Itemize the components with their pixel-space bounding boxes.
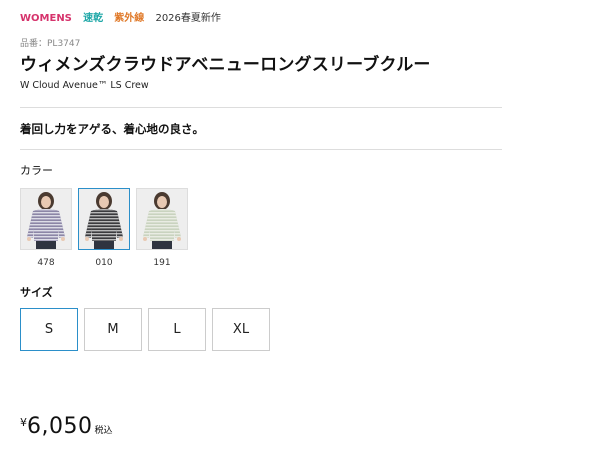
color-swatch-image[interactable] <box>78 188 130 250</box>
color-swatch[interactable]: 478 <box>20 188 72 268</box>
color-swatch[interactable]: 010 <box>78 188 130 268</box>
model-face <box>157 196 167 208</box>
model-hand <box>61 237 65 241</box>
model-face <box>99 196 109 208</box>
model-hand <box>177 237 181 241</box>
color-swatch[interactable]: 191 <box>136 188 188 268</box>
quick-dry-tag: 速乾 <box>83 13 104 24</box>
divider <box>20 149 502 150</box>
price: ¥6,050 税込 <box>20 414 113 439</box>
model-hand <box>27 237 31 241</box>
model-pants <box>94 241 114 249</box>
model-photo <box>137 189 187 249</box>
model-hand <box>85 237 89 241</box>
stripe <box>27 233 65 235</box>
color-section-label: カラー <box>20 164 53 177</box>
tag-row: WOMENS 速乾 紫外線 2026春夏新作 <box>20 12 229 26</box>
model-hand <box>119 237 123 241</box>
size-button-xl[interactable]: XL <box>212 308 270 351</box>
size-button-m[interactable]: M <box>84 308 142 351</box>
stripe <box>143 233 181 235</box>
color-code: 191 <box>153 258 171 268</box>
product-subtitle: W Cloud Avenue™ LS Crew <box>20 80 149 91</box>
color-swatch-image[interactable] <box>20 188 72 250</box>
model-pants <box>152 241 172 249</box>
color-code: 010 <box>95 258 113 268</box>
size-section-label: サイズ <box>20 286 53 299</box>
product-title: ウィメンズクラウドアベニューロングスリーブクルー <box>20 55 431 75</box>
uv-tag: 紫外線 <box>114 13 145 24</box>
size-button-s[interactable]: S <box>20 308 78 351</box>
model-photo <box>21 189 71 249</box>
product-number: 品番：PL3747 <box>20 39 81 49</box>
model-photo <box>79 189 129 249</box>
model-pants <box>36 241 56 249</box>
divider <box>20 107 502 108</box>
catchcopy: 着回し力をアゲる、着心地の良さ。 <box>20 122 204 136</box>
color-swatch-image[interactable] <box>136 188 188 250</box>
size-button-list: S M L XL <box>20 308 276 351</box>
price-amount: 6,050 <box>27 414 93 439</box>
color-swatch-list: 478 010 191 <box>20 188 194 268</box>
season-tag: 2026春夏新作 <box>155 13 221 24</box>
color-code: 478 <box>37 258 55 268</box>
model-hand <box>143 237 147 241</box>
model-face <box>41 196 51 208</box>
category-tag: WOMENS <box>20 13 72 24</box>
size-button-l[interactable]: L <box>148 308 206 351</box>
stripe <box>85 233 123 235</box>
currency-symbol: ¥ <box>20 416 27 429</box>
tax-note: 税込 <box>94 426 113 436</box>
